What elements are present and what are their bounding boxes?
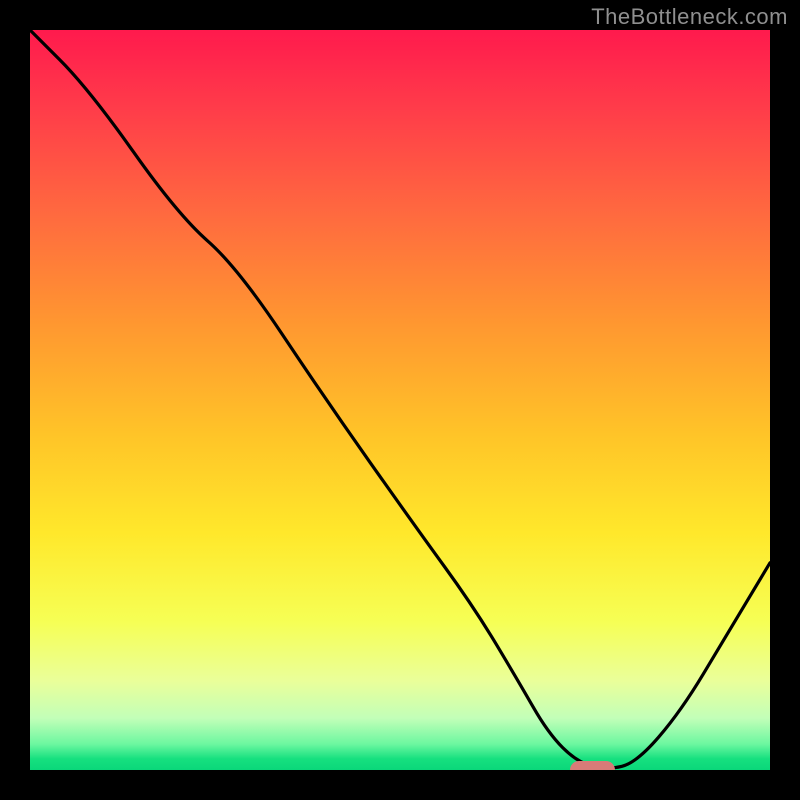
bottleneck-curve	[30, 30, 770, 768]
chart-frame: TheBottleneck.com	[0, 0, 800, 800]
plot-area	[30, 30, 770, 770]
optimal-point-marker	[570, 761, 614, 770]
watermark-text: TheBottleneck.com	[591, 4, 788, 30]
curve-layer	[30, 30, 770, 770]
